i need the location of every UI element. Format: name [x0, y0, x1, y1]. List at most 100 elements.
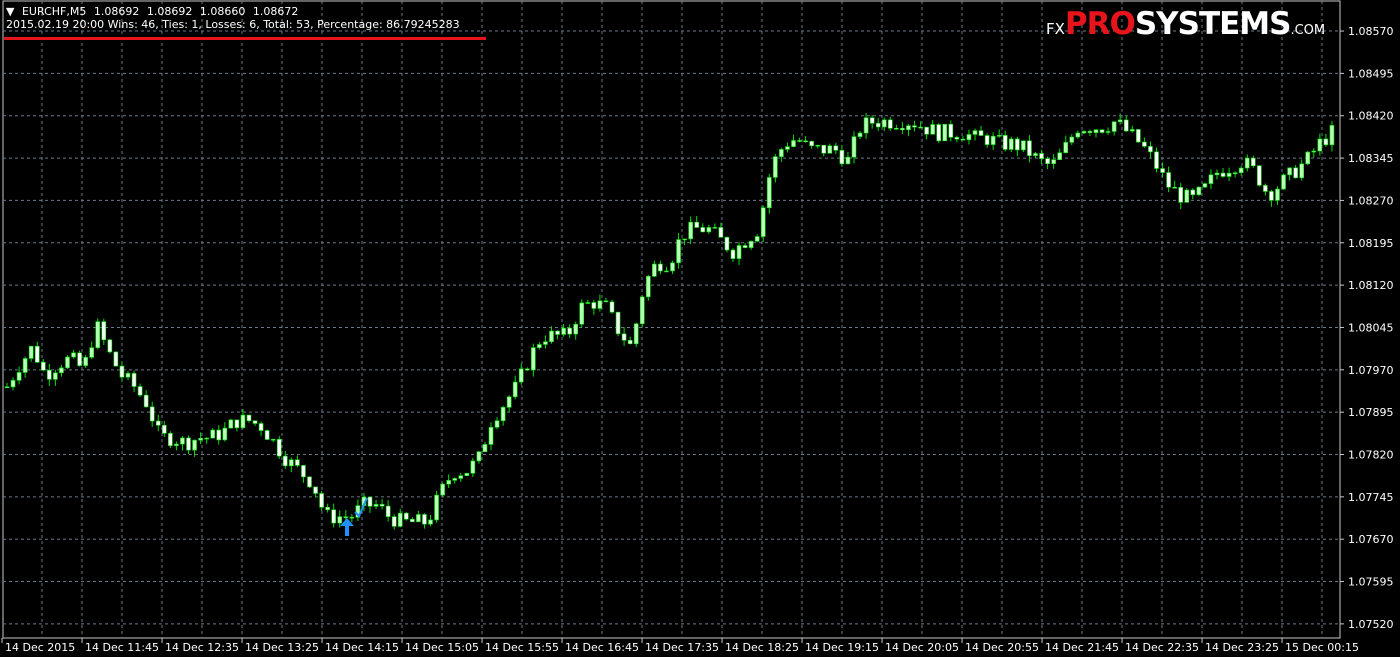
- candle-bear: [410, 518, 415, 523]
- candle-bear: [107, 339, 113, 353]
- candle-bull: [645, 276, 651, 298]
- candle-bear: [1142, 141, 1147, 147]
- candle-bear: [1015, 138, 1020, 151]
- candle-bear: [567, 327, 572, 335]
- candle-bull: [827, 145, 833, 154]
- candle-bear: [918, 126, 923, 129]
- candle-bull: [65, 356, 70, 369]
- candle-bear: [1220, 172, 1226, 177]
- candle-bear: [924, 126, 929, 135]
- candle-bear: [948, 123, 954, 138]
- candle-bull: [851, 136, 857, 158]
- candle-bull: [174, 443, 179, 446]
- high-price: 1.08692: [146, 5, 193, 18]
- candle-bull: [990, 135, 996, 145]
- candle-bear: [615, 311, 621, 335]
- collapse-triangle-icon[interactable]: ▼: [6, 5, 14, 18]
- candle-bull: [857, 132, 863, 137]
- candle-bull: [506, 396, 512, 408]
- candle-bear: [331, 509, 337, 524]
- candle-bear: [1178, 187, 1183, 203]
- candle-bear: [978, 130, 984, 136]
- y-tick-label: 1.07520: [1348, 618, 1394, 631]
- candle-bear: [627, 340, 633, 345]
- x-tick-label: 14 Dec 17:35: [645, 641, 719, 654]
- candle-bear: [894, 128, 899, 130]
- candle-bear: [809, 141, 814, 147]
- candle-bear: [803, 140, 808, 143]
- candle-bull: [1238, 167, 1244, 174]
- candle-bull: [748, 241, 754, 248]
- x-tick-label: 14 Dec 16:45: [565, 641, 639, 654]
- candle-bull: [373, 504, 379, 507]
- candle-bear: [101, 321, 107, 341]
- candle-bear: [343, 516, 349, 518]
- candle-bull: [494, 420, 500, 428]
- candle-bull: [59, 367, 64, 374]
- logo-fx: FX: [1046, 20, 1065, 38]
- candle-bear: [621, 333, 627, 341]
- candle-bull: [815, 144, 821, 147]
- candle-bear: [1323, 138, 1329, 146]
- candle-bull: [1057, 152, 1062, 160]
- candle-bull: [1226, 172, 1232, 177]
- candle-bull: [639, 296, 645, 325]
- price-chart[interactable]: 1.08570 1.08495 1.08420 1.08345 1.08270 1.081…: [0, 0, 1400, 657]
- candle-bear: [954, 137, 960, 140]
- x-tick-label: 14 Dec 20:55: [965, 641, 1039, 654]
- candle-bull: [1196, 186, 1202, 196]
- candle-bull: [791, 140, 796, 147]
- candle-bull: [1244, 157, 1250, 169]
- y-tick-label: 1.07970: [1348, 364, 1394, 377]
- open-price: 1.08692: [93, 5, 140, 18]
- candle-bull: [537, 344, 542, 348]
- candle-bear: [936, 124, 942, 142]
- candle-bull: [633, 323, 639, 345]
- candle-bull: [210, 429, 215, 439]
- candle-bear: [379, 504, 385, 507]
- y-tick-label: 1.08120: [1348, 279, 1394, 292]
- candle-bull: [664, 270, 669, 273]
- candle-bull: [416, 514, 421, 523]
- candle-bear: [724, 236, 730, 251]
- candle-bear: [1039, 153, 1044, 159]
- candle-bull: [1208, 174, 1214, 184]
- candle-bull: [1281, 174, 1286, 190]
- candle-bear: [246, 414, 252, 422]
- candle-bear: [1099, 129, 1105, 133]
- candle-bull: [597, 300, 603, 309]
- candle-bear: [313, 486, 318, 494]
- symbol-timeframe: EURCHF,M5: [21, 5, 87, 18]
- candle-bull: [1214, 172, 1220, 176]
- candle-bull: [446, 480, 451, 485]
- logo-systems: SYSTEMS: [1134, 6, 1292, 42]
- candle-bear: [1160, 168, 1165, 173]
- candle-bull: [1329, 125, 1335, 146]
- candle-bear: [833, 145, 839, 151]
- candle-bear: [47, 369, 52, 380]
- x-tick-label: 14 Dec 15:55: [485, 641, 559, 654]
- candle-bull: [754, 236, 760, 242]
- candle-bear: [403, 512, 409, 520]
- candle-bear: [282, 455, 288, 467]
- candle-bear: [887, 119, 893, 129]
- candle-bear: [1190, 189, 1196, 196]
- x-tick-label: 15 Dec 00:15: [1285, 641, 1359, 654]
- candle-bear: [742, 245, 748, 248]
- candle-bull: [434, 494, 439, 521]
- candle-bull: [428, 519, 433, 525]
- candle-bull: [531, 347, 536, 371]
- candle-bear: [168, 433, 173, 446]
- y-tick-label: 1.08195: [1348, 237, 1394, 250]
- close-price: 1.08672: [252, 5, 299, 18]
- candle-bear: [252, 420, 258, 424]
- y-tick-label: 1.07820: [1348, 449, 1394, 462]
- candle-bear: [609, 301, 615, 313]
- candle-bull: [766, 177, 772, 209]
- candle-bull: [1069, 136, 1075, 143]
- candle-bull: [760, 207, 766, 237]
- candle-bear: [839, 150, 845, 165]
- candle-bear: [40, 361, 46, 371]
- candle-bull: [192, 439, 197, 451]
- candle-bull: [966, 134, 972, 141]
